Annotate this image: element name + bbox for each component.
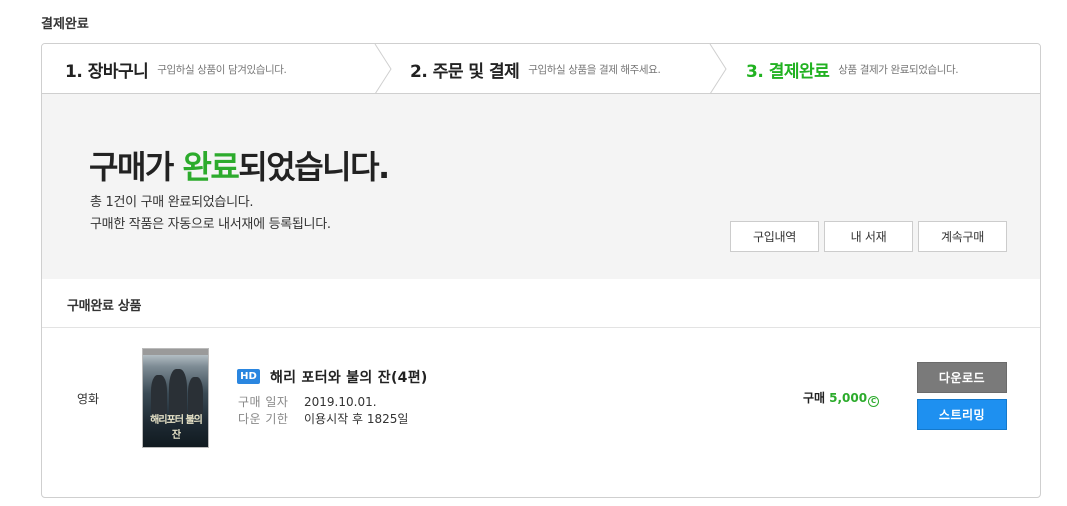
item-poster-thumbnail[interactable]: 해리포터 불의 잔 [142,348,209,448]
download-period-value: 이용시작 후 1825일 [304,412,409,426]
poster-figure [169,369,187,415]
page-title: 결제완료 [41,17,89,32]
download-period-row: 다운 기한 이용시작 후 1825일 [238,410,408,427]
poster-top-strip [143,349,208,355]
my-library-button[interactable]: 내 서재 [824,221,913,252]
order-complete-panel: 1. 장바구니 구입하실 상품이 담겨있습니다. 2. 주문 및 결제 구입하실… [41,43,1041,498]
item-price: 구매 5,000 C [803,389,880,407]
step-order-payment-label: 2. 주문 및 결제 [410,61,520,82]
step-complete: 3. 결제완료 상품 결제가 완료되었습니다. [746,44,959,94]
streaming-button[interactable]: 스트리밍 [917,399,1007,430]
download-period-label: 다운 기한 [238,412,289,426]
step-divider-chevron [709,44,727,94]
price-amount: 5,000 [829,391,868,405]
step-order-payment: 2. 주문 및 결제 구입하실 상품을 결제 해주세요. [410,44,661,94]
item-title[interactable]: 해리 포터와 불의 잔(4편) [270,367,428,387]
headline-accent: 완료 [182,148,239,186]
purchase-history-button[interactable]: 구입내역 [730,221,819,252]
step-cart: 1. 장바구니 구입하실 상품이 담겨있습니다. [65,44,287,94]
purchase-count-text: 총 1건이 구매 완료되었습니다. [90,195,254,210]
step-divider-chevron [374,44,392,94]
hd-badge: HD [237,369,260,384]
download-button[interactable]: 다운로드 [917,362,1007,393]
purchase-date-value: 2019.10.01. [304,395,377,409]
poster-title: 해리포터 불의 잔 [150,415,203,441]
price-label: 구매 [803,391,826,405]
purchase-date-label: 구매 일자 [238,395,289,409]
library-notice-text: 구매한 작품은 자동으로 내서재에 등록됩니다. [90,217,331,232]
completion-headline: 구매가 완료되었습니다. [89,142,390,188]
section-divider [42,327,1040,328]
step-cart-desc: 구입하실 상품이 담겨있습니다. [157,63,287,76]
checkout-steps: 1. 장바구니 구입하실 상품이 담겨있습니다. 2. 주문 및 결제 구입하실… [42,44,1040,94]
headline-text-pre: 구매가 [89,148,183,186]
cash-icon: C [868,396,880,407]
step-complete-label: 3. 결제완료 [746,61,830,82]
step-complete-desc: 상품 결제가 완료되었습니다. [838,63,959,76]
poster-figure [151,375,167,415]
poster-figure [188,377,203,415]
item-category: 영화 [77,392,100,406]
section-title: 구매완료 상품 [67,299,142,314]
completion-banner: 구매가 완료되었습니다. 총 1건이 구매 완료되었습니다. 구매한 작품은 자… [42,94,1040,279]
headline-text-post: 되었습니다. [238,148,390,186]
continue-shopping-button[interactable]: 계속구매 [918,221,1007,252]
step-order-payment-desc: 구입하실 상품을 결제 해주세요. [528,63,661,76]
step-cart-label: 1. 장바구니 [65,61,149,82]
purchase-date-row: 구매 일자 2019.10.01. [238,393,377,410]
